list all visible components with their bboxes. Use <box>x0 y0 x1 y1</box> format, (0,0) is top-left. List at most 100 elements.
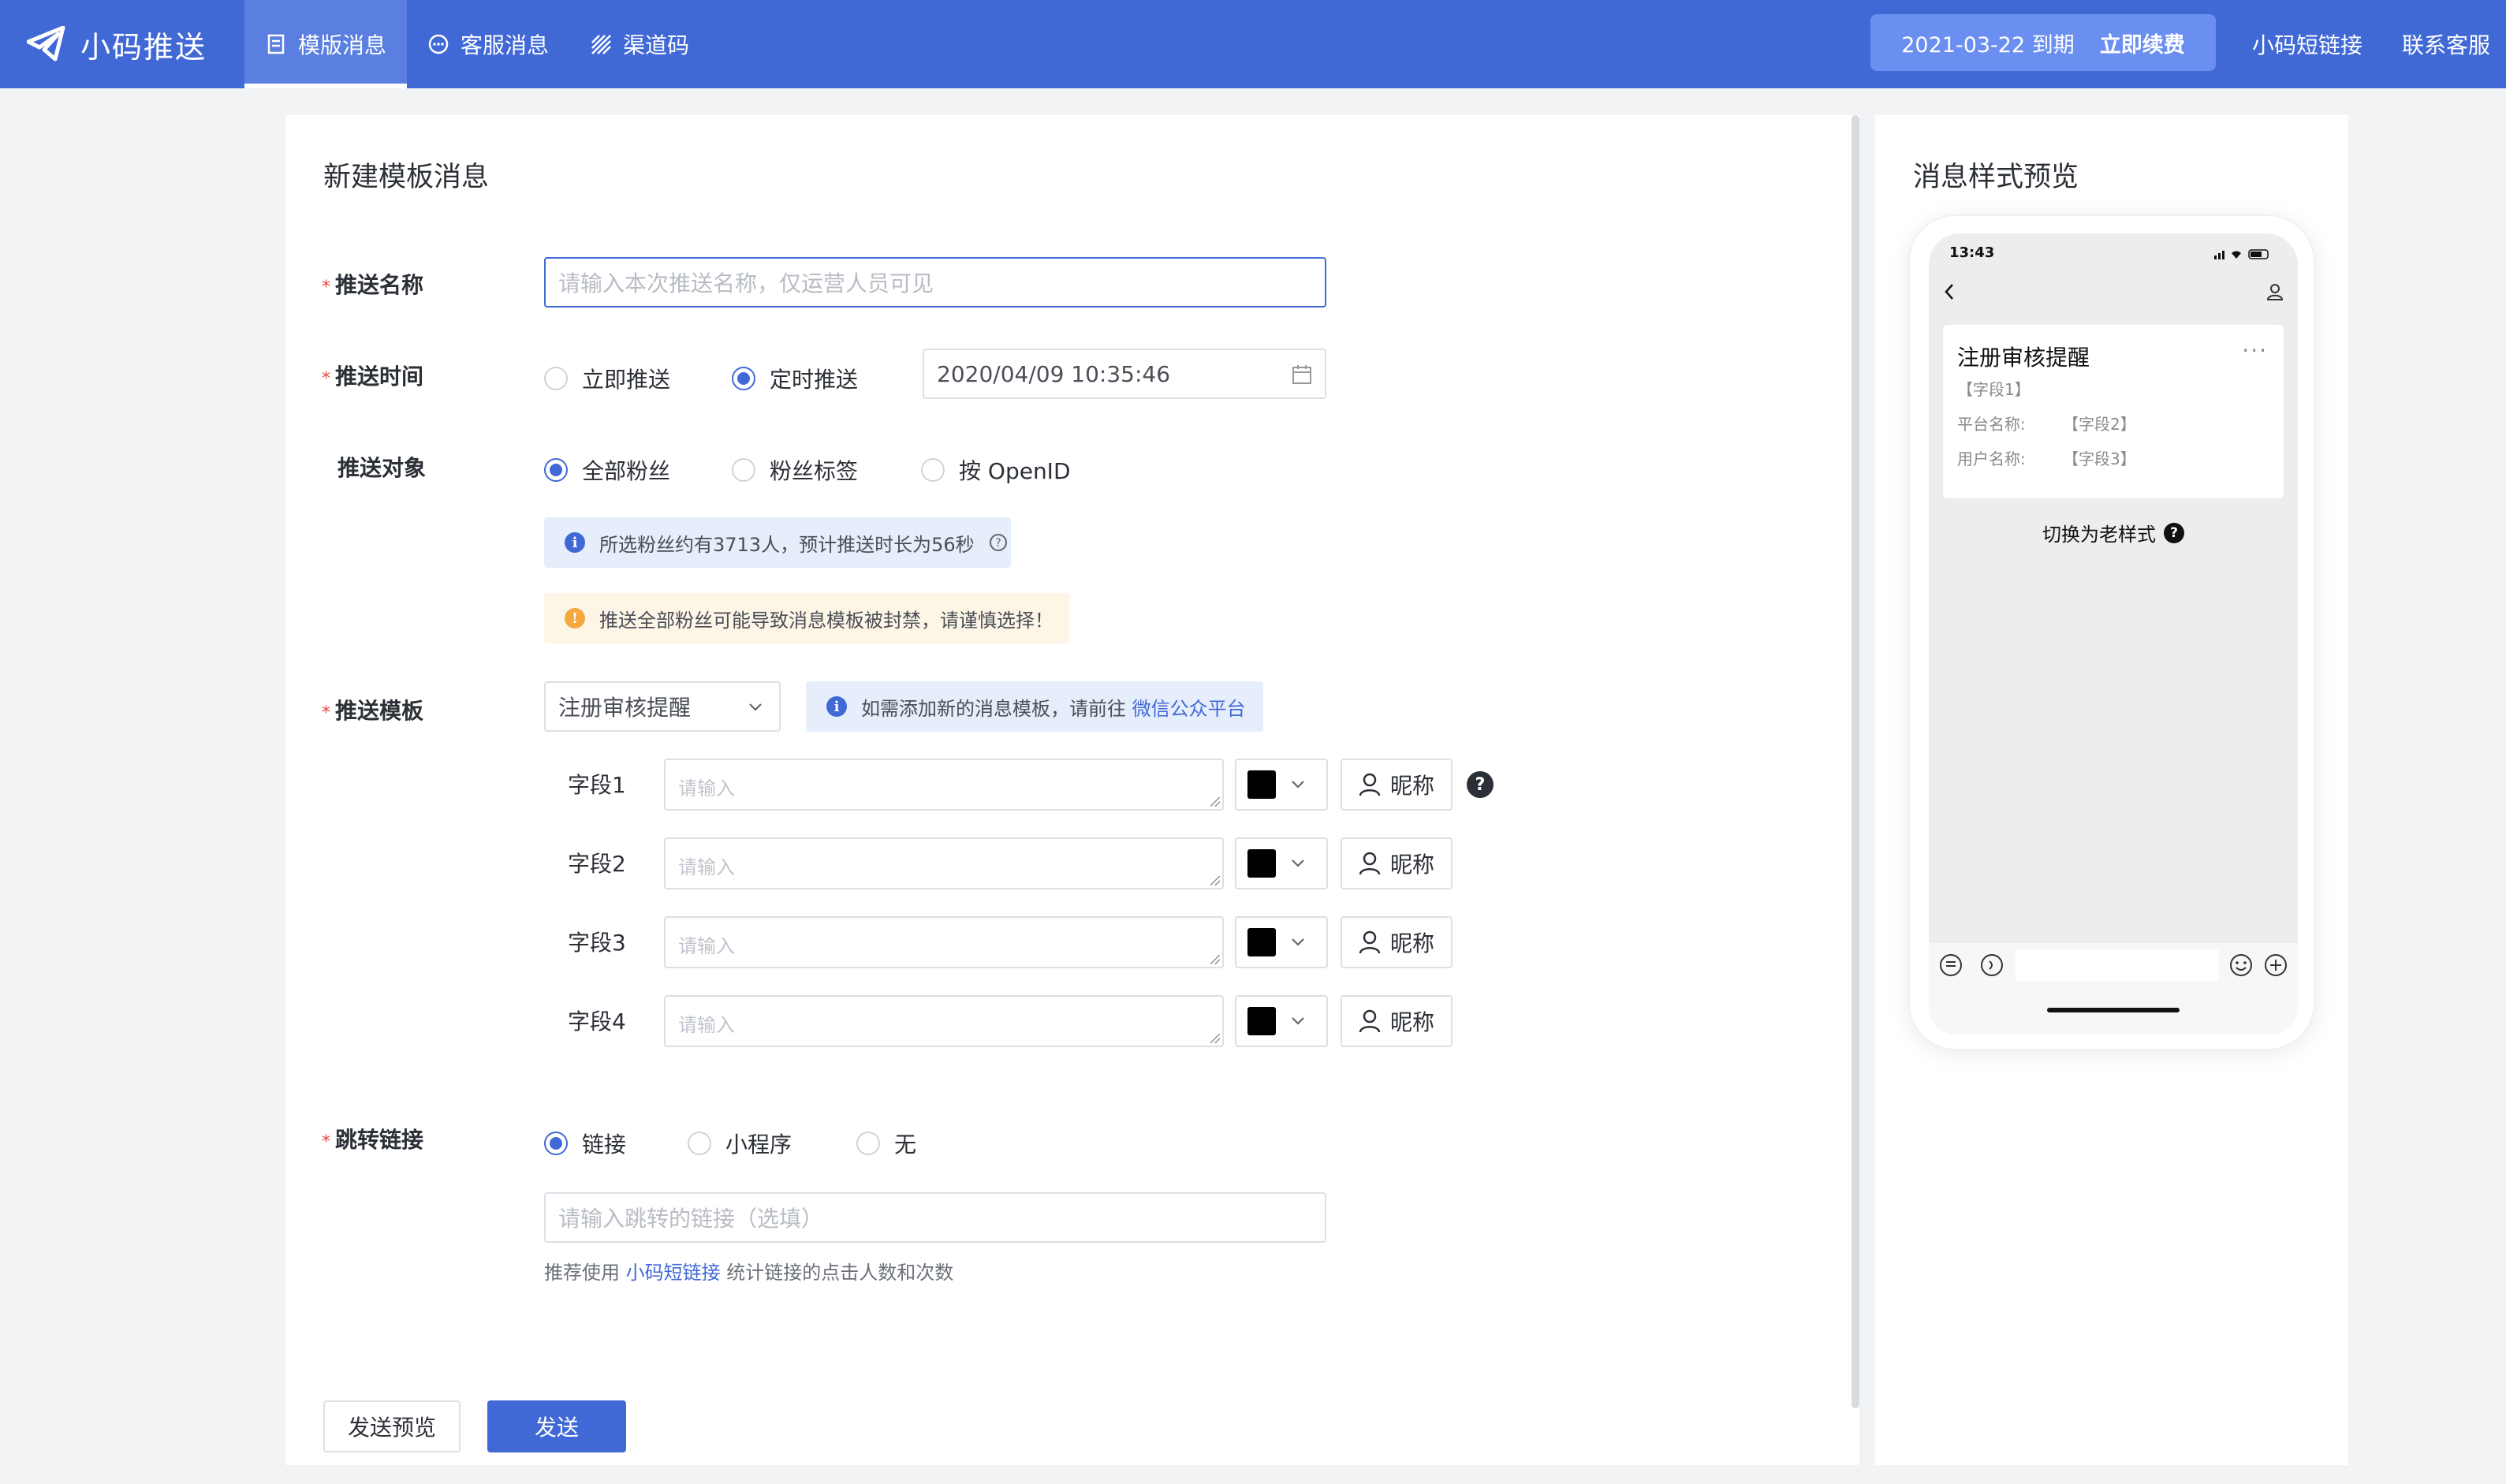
chat-input[interactable] <box>2016 949 2219 981</box>
back-arrow-icon[interactable] <box>1943 282 1956 301</box>
phone-screen: 13:43 注册审核提醒 ··· 【字段1】 平台名称: 【字段2】 用户名称:… <box>1929 233 2298 1035</box>
color-swatch <box>1247 770 1276 799</box>
more-icon[interactable]: ··· <box>2242 337 2268 364</box>
chevron-down-icon <box>1292 859 1304 867</box>
note-text: 推送全部粉丝可能导致消息模板被封禁，请谨慎选择！ <box>599 609 1053 632</box>
user-icon <box>1359 773 1381 796</box>
radio-immediate[interactable]: 立即推送 <box>544 363 670 394</box>
app-name: 小码推送 <box>80 29 207 65</box>
nickname-button[interactable]: 昵称 <box>1341 759 1453 811</box>
qrcode-icon <box>591 35 611 54</box>
top-bar: 小码推送 模版消息 客服消息 渠道码 2021-03-22 到期 立即续费 小码… <box>0 0 2506 88</box>
radio-link[interactable]: 链接 <box>544 1128 626 1159</box>
chevron-down-icon <box>1292 781 1304 789</box>
push-target-label: 推送对象 <box>337 455 427 481</box>
help-icon[interactable]: ? <box>1467 771 1494 798</box>
wechat-platform-link[interactable]: 微信公众平台 <box>1132 698 1246 720</box>
color-swatch <box>1247 849 1276 878</box>
send-preview-button[interactable]: 发送预览 <box>323 1400 461 1452</box>
field-input[interactable]: 请输入 <box>664 916 1224 968</box>
datetime-picker[interactable]: 2020/04/09 10:35:46 <box>923 349 1326 399</box>
page-title: 新建模板消息 <box>323 162 490 193</box>
voice-icon[interactable] <box>1979 953 2004 978</box>
nickname-label: 昵称 <box>1389 773 1434 799</box>
chevron-down-icon <box>749 703 762 711</box>
radio-label: 立即推送 <box>582 367 671 393</box>
expire-date: 2021-03-22 到期 <box>1901 32 2075 58</box>
nav-channel-code[interactable]: 渠道码 <box>569 0 710 88</box>
chevron-down-icon <box>1292 938 1304 946</box>
nickname-button[interactable]: 昵称 <box>1341 916 1453 968</box>
nickname-label: 昵称 <box>1389 852 1434 878</box>
radio-openid[interactable]: 按 OpenID <box>921 454 1071 486</box>
push-name-input[interactable]: 请输入本次推送名称，仅运营人员可见 <box>544 257 1326 308</box>
color-select[interactable] <box>1235 995 1328 1047</box>
home-indicator <box>2047 1008 2180 1012</box>
radio-scheduled[interactable]: 定时推送 <box>732 363 858 394</box>
help-icon: ? <box>2164 522 2184 543</box>
radio-none[interactable]: 无 <box>856 1128 916 1159</box>
help-icon[interactable]: ? <box>989 533 1008 552</box>
card-title: 注册审核提醒 <box>1957 345 2090 371</box>
nickname-button[interactable]: 昵称 <box>1341 995 1453 1047</box>
send-button[interactable]: 发送 <box>487 1400 626 1452</box>
message-card: 注册审核提醒 ··· 【字段1】 平台名称: 【字段2】 用户名称: 【字段3】 <box>1943 325 2284 498</box>
contact-support-link[interactable]: 联系客服 <box>2402 28 2490 60</box>
profile-icon[interactable] <box>2266 282 2284 301</box>
jump-link-label: * 跳转链接 <box>322 1127 424 1153</box>
warning-icon: ! <box>565 608 585 628</box>
radio-all-fans[interactable]: 全部粉丝 <box>544 454 670 486</box>
color-select[interactable] <box>1235 916 1328 968</box>
radio-circle-checked <box>732 367 755 390</box>
nav-customer-messages[interactable]: 客服消息 <box>407 0 569 88</box>
card-row1-label: 平台名称: <box>1957 415 2026 434</box>
required-mark: * <box>322 703 330 723</box>
expire-banner: 2021-03-22 到期 立即续费 <box>1870 14 2216 71</box>
plus-icon[interactable] <box>2263 953 2288 978</box>
field-input[interactable]: 请输入 <box>664 995 1224 1047</box>
signal-wifi-battery-icon <box>2214 249 2269 259</box>
template-info-note: i 如需添加新的消息模板，请前往 微信公众平台 <box>806 681 1263 732</box>
nickname-button[interactable]: 昵称 <box>1341 837 1453 889</box>
color-swatch <box>1247 1007 1276 1035</box>
app-logo[interactable]: 小码推送 <box>27 22 207 66</box>
card-row2-value: 【字段3】 <box>2063 449 2136 468</box>
datetime-value: 2020/04/09 10:35:46 <box>937 360 1171 387</box>
color-select[interactable] <box>1235 759 1328 811</box>
field-label: 字段3 <box>568 930 626 956</box>
nickname-label: 昵称 <box>1389 1009 1434 1035</box>
main-nav: 模版消息 客服消息 渠道码 <box>244 0 710 88</box>
radio-fan-tags[interactable]: 粉丝标签 <box>732 454 858 486</box>
status-time: 13:43 <box>1949 244 1995 261</box>
nav-template-messages[interactable]: 模版消息 <box>244 0 408 88</box>
chat-bubble-icon <box>428 34 449 54</box>
radio-circle <box>732 458 755 482</box>
field-input[interactable]: 请输入 <box>664 759 1224 811</box>
renew-button[interactable]: 立即续费 <box>2100 28 2185 58</box>
nav-label: 模版消息 <box>298 32 387 58</box>
template-select[interactable]: 注册审核提醒 <box>544 681 781 732</box>
short-link-link[interactable]: 小码短链接 <box>2252 28 2362 60</box>
radio-label: 无 <box>894 1132 917 1158</box>
radio-label: 全部粉丝 <box>582 458 671 484</box>
radio-miniprogram[interactable]: 小程序 <box>688 1128 792 1159</box>
radio-circle-checked <box>544 1132 568 1155</box>
required-mark: * <box>322 278 330 297</box>
switch-label: 切换为老样式 <box>2042 524 2156 546</box>
push-template-label: * 推送模板 <box>322 698 424 724</box>
field-input[interactable]: 请输入 <box>664 837 1224 889</box>
jump-link-input[interactable]: 请输入跳转的链接（选填） <box>544 1192 1326 1243</box>
emoji-icon[interactable] <box>2228 953 2254 978</box>
required-mark: * <box>322 369 330 389</box>
user-icon <box>1359 852 1381 875</box>
menu-icon[interactable] <box>1938 953 1963 978</box>
switch-style-link[interactable]: 切换为老样式? <box>1929 519 2298 546</box>
required-mark: * <box>322 1132 330 1152</box>
scrollbar[interactable] <box>1852 115 1859 1408</box>
warning-note: ! 推送全部粉丝可能导致消息模板被封禁，请谨慎选择！ <box>544 593 1069 643</box>
color-select[interactable] <box>1235 837 1328 889</box>
short-link-hint-link[interactable]: 小码短链接 <box>626 1262 721 1284</box>
radio-circle <box>856 1132 880 1155</box>
field-label: 字段2 <box>568 851 626 877</box>
template-selected-value: 注册审核提醒 <box>558 695 692 721</box>
